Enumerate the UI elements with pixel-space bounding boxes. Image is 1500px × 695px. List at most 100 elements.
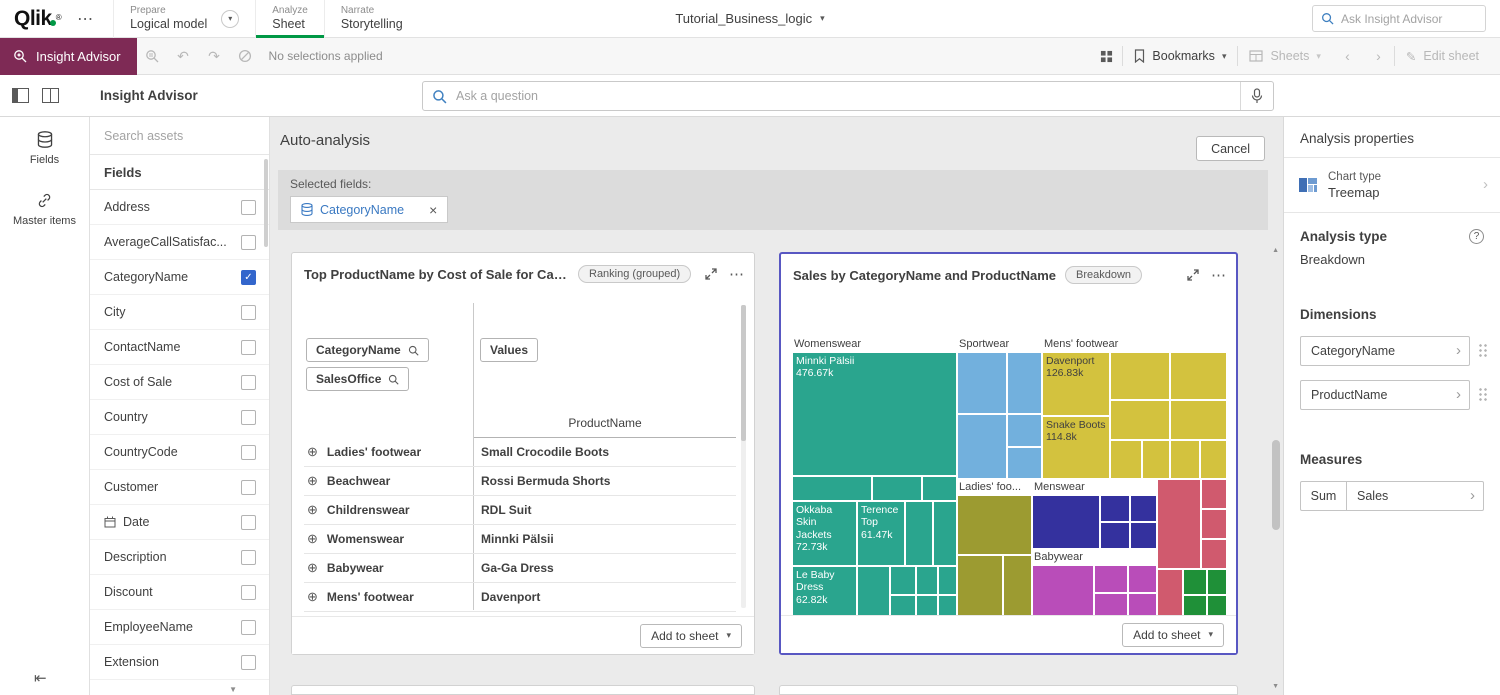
- field-checkbox[interactable]: [241, 620, 256, 635]
- treemap-cell[interactable]: [916, 566, 938, 595]
- help-icon[interactable]: ?: [1469, 229, 1484, 244]
- field-item[interactable]: CountryCode: [90, 435, 269, 470]
- field-checkbox[interactable]: [241, 515, 256, 530]
- selections-forward-icon[interactable]: ↷: [199, 48, 230, 65]
- treemap-cell[interactable]: [1110, 352, 1170, 400]
- treemap-cell[interactable]: [1170, 440, 1200, 479]
- treemap-cell[interactable]: [792, 476, 872, 501]
- drag-handle-icon[interactable]: [1478, 343, 1488, 358]
- app-title-dropdown[interactable]: Tutorial_Business_logic ▾: [675, 11, 824, 26]
- treemap-cell[interactable]: [957, 555, 1003, 621]
- pivot-dimension-button-salesoffice[interactable]: SalesOffice: [306, 367, 409, 391]
- search-assets-input[interactable]: Search assets: [90, 117, 269, 155]
- pivot-column-header[interactable]: ProductName: [474, 409, 736, 438]
- pivot-row-category[interactable]: ⊕Ladies' footwear: [304, 444, 473, 460]
- ask-question-input[interactable]: [456, 89, 1240, 103]
- field-checkbox[interactable]: [241, 235, 256, 250]
- global-menu-icon[interactable]: ⋯: [67, 9, 113, 29]
- field-checkbox[interactable]: [241, 305, 256, 320]
- main-scrollbar-thumb[interactable]: [1272, 440, 1280, 530]
- insight-advisor-button[interactable]: Insight Advisor: [0, 38, 137, 75]
- pivot-row-category[interactable]: ⊕Mens' footwear: [304, 589, 473, 605]
- field-item[interactable]: Extension: [90, 645, 269, 680]
- treemap-cell[interactable]: [1200, 440, 1227, 479]
- selections-back-icon[interactable]: ↶: [168, 48, 199, 65]
- treemap-cell[interactable]: Minnki Pälsii476.67k: [792, 352, 957, 476]
- add-to-sheet-button[interactable]: Add to sheet ▾: [1122, 623, 1224, 647]
- treemap-cell[interactable]: [1170, 400, 1227, 440]
- chart-type-row[interactable]: Chart type Treemap ›: [1284, 158, 1500, 212]
- scroll-down-icon[interactable]: ▼: [229, 685, 237, 694]
- treemap-cell[interactable]: [857, 566, 890, 621]
- expand-row-icon[interactable]: ⊕: [307, 444, 318, 460]
- treemap-cell[interactable]: [1032, 565, 1094, 621]
- nav-tab-analyze[interactable]: Analyze Sheet: [255, 0, 324, 38]
- nav-tab-prepare[interactable]: Prepare Logical model ▾: [113, 0, 255, 38]
- expand-row-icon[interactable]: ⊕: [307, 502, 318, 518]
- treemap-cell[interactable]: [1032, 495, 1100, 549]
- card-menu-icon[interactable]: ⋯: [729, 265, 744, 283]
- field-item[interactable]: Discount: [90, 575, 269, 610]
- treemap-cell[interactable]: [957, 414, 1007, 479]
- dimension-item-categoryname[interactable]: CategoryName ›: [1300, 336, 1470, 366]
- toggle-split-view-icon[interactable]: [42, 88, 59, 103]
- treemap-cell[interactable]: [1110, 440, 1142, 479]
- chart-card-breakdown[interactable]: Sales by CategoryName and ProductName Br…: [779, 252, 1238, 655]
- expand-chart-icon[interactable]: [705, 268, 717, 280]
- field-item[interactable]: AverageCallSatisfac...: [90, 225, 269, 260]
- pivot-values-button[interactable]: Values: [480, 338, 538, 362]
- treemap-cell[interactable]: [1170, 352, 1227, 400]
- treemap-cell[interactable]: [1100, 495, 1130, 522]
- pivot-row-category[interactable]: ⊕Womenswear: [304, 531, 473, 547]
- pivot-dimension-button-categoryname[interactable]: CategoryName: [306, 338, 429, 362]
- field-item[interactable]: Address: [90, 190, 269, 225]
- treemap-cell[interactable]: [1207, 569, 1227, 595]
- clear-selections-icon[interactable]: [230, 49, 261, 63]
- ask-question-bar[interactable]: [422, 81, 1274, 111]
- field-item[interactable]: Description: [90, 540, 269, 575]
- selected-field-tag[interactable]: CategoryName ×: [290, 196, 448, 223]
- treemap-cell[interactable]: [1130, 522, 1157, 549]
- fields-scrollbar[interactable]: [264, 159, 268, 247]
- treemap-cell[interactable]: [1003, 555, 1032, 621]
- nav-tab-narrate[interactable]: Narrate Storytelling: [324, 0, 419, 38]
- treemap-cell[interactable]: [1201, 539, 1227, 569]
- sheets-dropdown[interactable]: Sheets ▾: [1238, 49, 1331, 63]
- rail-item-fields[interactable]: Fields: [0, 117, 89, 178]
- scroll-up-icon[interactable]: ▲: [1272, 247, 1279, 254]
- field-checkbox[interactable]: ✓: [241, 270, 256, 285]
- field-item[interactable]: EmployeeName: [90, 610, 269, 645]
- field-checkbox[interactable]: [241, 375, 256, 390]
- treemap-cell[interactable]: [1007, 447, 1042, 479]
- measure-item-sales[interactable]: Sum Sales ›: [1300, 481, 1484, 511]
- treemap-cell[interactable]: [1157, 479, 1201, 569]
- rail-item-master-items[interactable]: Master items: [0, 178, 89, 239]
- treemap-cell[interactable]: [957, 495, 1032, 555]
- drag-handle-icon[interactable]: [1478, 387, 1488, 402]
- remove-field-icon[interactable]: ×: [429, 202, 437, 218]
- field-checkbox[interactable]: [241, 340, 256, 355]
- treemap-cell[interactable]: Okkaba Skin Jackets72.73k: [792, 501, 857, 566]
- field-item[interactable]: Customer: [90, 470, 269, 505]
- treemap-cell[interactable]: [922, 476, 957, 501]
- field-checkbox[interactable]: [241, 655, 256, 670]
- field-checkbox[interactable]: [241, 410, 256, 425]
- treemap-cell[interactable]: [957, 352, 1007, 414]
- treemap-cell[interactable]: [1142, 440, 1170, 479]
- expand-row-icon[interactable]: ⊕: [307, 531, 318, 547]
- treemap-cell[interactable]: [1157, 569, 1183, 621]
- card-scrollbar[interactable]: [741, 305, 746, 608]
- treemap-cell[interactable]: [890, 566, 916, 595]
- previous-sheet-icon[interactable]: ‹: [1332, 48, 1363, 64]
- pivot-row-category[interactable]: ⊕Babywear: [304, 560, 473, 576]
- edit-sheet-button[interactable]: ✎ Edit sheet: [1395, 49, 1490, 64]
- treemap-cell[interactable]: [1007, 414, 1042, 447]
- logical-model-dropdown-icon[interactable]: ▾: [221, 10, 239, 28]
- treemap-cell[interactable]: [933, 501, 957, 566]
- scroll-down-icon[interactable]: ▼: [1272, 683, 1279, 690]
- toggle-left-panel-icon[interactable]: [12, 88, 29, 103]
- pivot-row-category[interactable]: ⊕Beachwear: [304, 473, 473, 489]
- chart-card-ranking[interactable]: Top ProductName by Cost of Sale for Cate…: [291, 252, 755, 655]
- field-item[interactable]: Cost of Sale: [90, 365, 269, 400]
- insight-advisor-search-input[interactable]: [1341, 12, 1477, 26]
